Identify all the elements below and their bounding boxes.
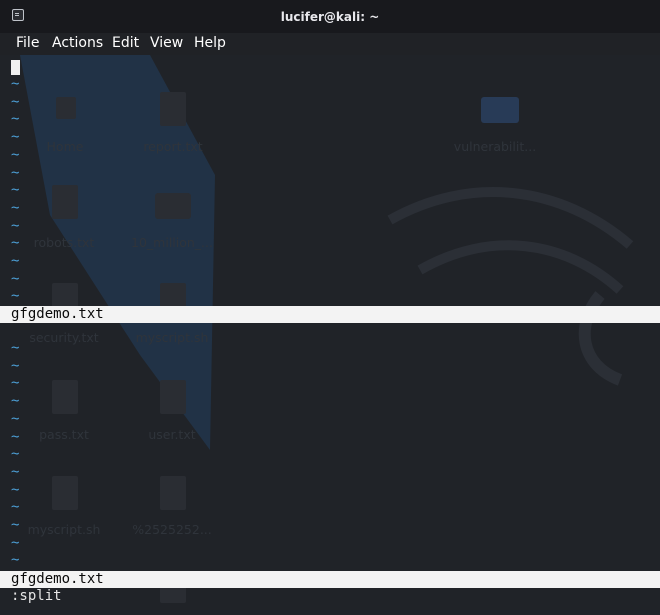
empty-line-tilde: ~ [11,375,20,392]
dragon-stroke [387,187,634,249]
bottom-window-statusline[interactable]: gfgdemo.txt [0,571,660,588]
empty-line-tilde: ~ [11,393,20,410]
menu-bar: File Actions Edit View Help [0,33,660,55]
empty-line-tilde: ~ [11,499,20,516]
empty-line-tilde: ~ [11,146,20,163]
empty-line-tilde: ~ [11,552,20,569]
empty-line-tilde: ~ [11,182,20,199]
empty-line-tilde: ~ [11,76,20,92]
home-icon [56,97,76,119]
file-icon [52,380,78,414]
file-icon [52,185,78,219]
desktop-label: security.txt [29,330,98,345]
empty-line-tilde: ~ [11,517,20,533]
file-icon [160,92,186,126]
folder-icon [481,97,519,123]
folder-icon [155,193,191,219]
window-title: lucifer@kali: ~ [280,10,380,24]
menu-actions[interactable]: Actions [52,35,103,51]
empty-line-tilde: ~ [11,217,20,234]
empty-line-tilde: ~ [11,111,20,128]
empty-line-tilde: ~ [11,288,20,305]
top-window-statusline[interactable]: gfgdemo.txt [0,306,660,323]
desktop-background: Home report.txt vulnerabilit... robots.t… [20,55,634,603]
terminal-area[interactable]: Home report.txt vulnerabilit... robots.t… [0,55,660,615]
empty-line-tilde: ~ [11,253,20,269]
desktop-label: report.txt [143,139,202,154]
empty-line-tilde: ~ [11,463,20,480]
desktop-label: %2525252... [132,522,211,537]
empty-line-tilde: ~ [11,410,20,427]
file-icon [160,476,186,510]
empty-line-tilde: ~ [11,357,20,374]
text-cursor [11,60,20,75]
empty-line-tilde: ~ [11,534,20,551]
empty-line-tilde: ~ [11,93,20,110]
dragon-stroke [417,240,624,294]
desktop-label: 10_million_... [131,235,213,250]
file-icon [160,380,186,414]
empty-line-tilde: ~ [11,270,20,287]
empty-line-tilde: ~ [11,164,20,181]
empty-line-tilde: ~ [11,446,20,463]
menu-file[interactable]: File [16,35,39,51]
empty-line-tilde: ~ [11,481,20,498]
desktop-label: Home [47,139,84,154]
file-icon [52,476,78,510]
desktop-label: pass.txt [39,427,89,442]
empty-line-tilde: ~ [11,129,20,146]
menu-view[interactable]: View [150,35,183,51]
desktop-label: vulnerabilit... [454,139,536,154]
empty-line-tilde: ~ [11,235,20,252]
command-line[interactable]: :split [11,588,62,605]
desktop-label: myscript.sh [136,330,209,345]
desktop-label: user.txt [148,427,195,442]
empty-line-tilde: ~ [11,340,20,356]
desktop-label: myscript.sh [28,522,101,537]
menu-help[interactable]: Help [194,35,226,51]
title-bar[interactable]: lucifer@kali: ~ [0,0,660,33]
empty-line-tilde: ~ [11,428,20,445]
desktop-label: robots.txt [34,235,95,250]
menu-edit[interactable]: Edit [112,35,139,51]
empty-line-tilde: ~ [11,199,20,216]
